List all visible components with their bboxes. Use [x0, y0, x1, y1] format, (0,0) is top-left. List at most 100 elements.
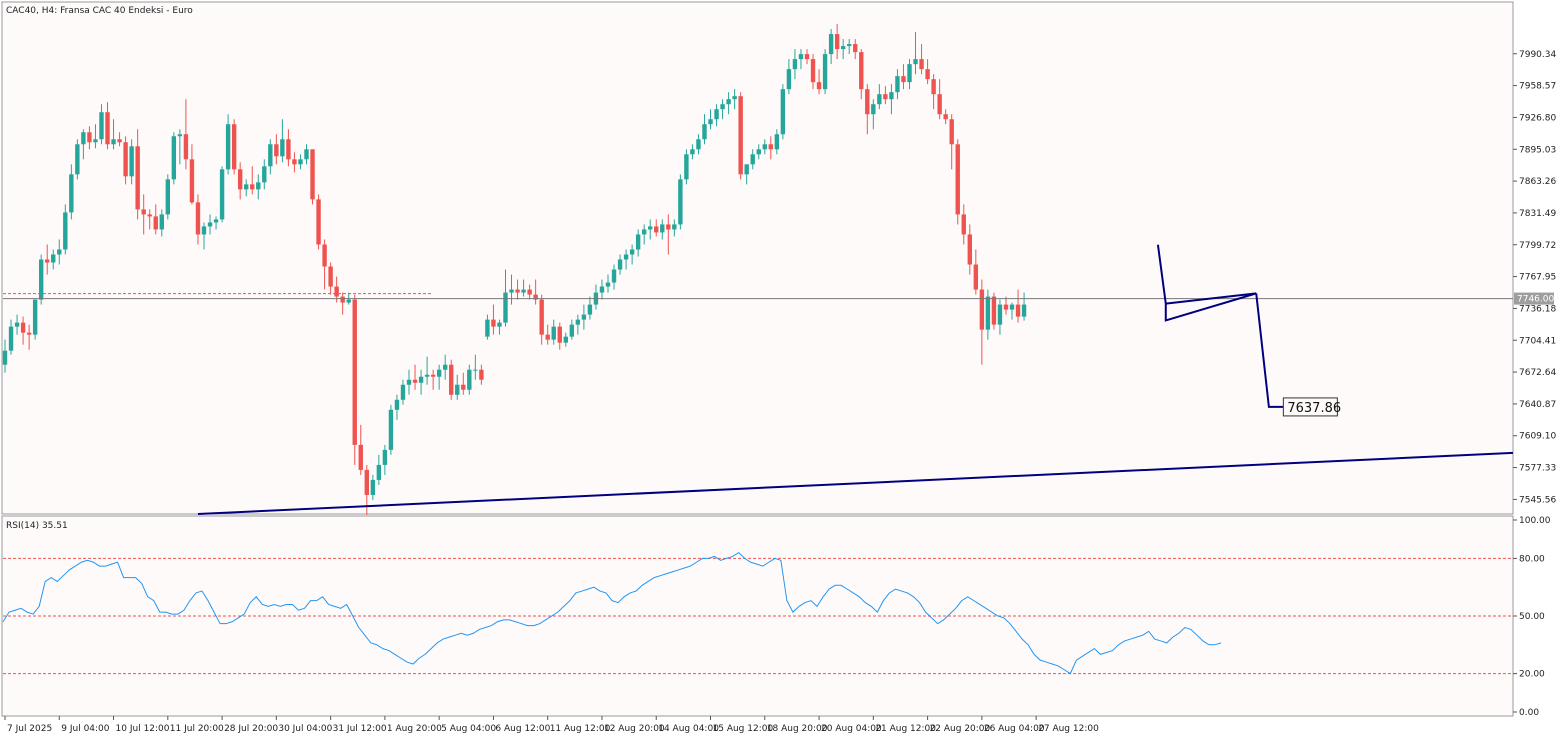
- candle-body: [449, 364, 454, 395]
- candle-body: [816, 82, 822, 90]
- candle-body: [605, 282, 611, 287]
- candle-body: [611, 269, 617, 283]
- time-tick-label: 28 Jul 20:00: [224, 724, 278, 734]
- candle-body: [412, 379, 418, 383]
- candle-body: [262, 166, 267, 183]
- chart-canvas: CAC40, H4: Fransa CAC 40 Endeksi - Euro …: [0, 0, 1566, 739]
- candle-body: [629, 249, 635, 255]
- candle-body: [8, 326, 14, 351]
- candle-body: [244, 184, 249, 190]
- candle-body: [527, 289, 532, 295]
- candle-body: [14, 322, 20, 327]
- candle-body: [762, 144, 767, 150]
- candle-body: [135, 146, 140, 210]
- candle-body: [147, 214, 152, 217]
- price-tick-label: 7863.26: [1519, 177, 1556, 187]
- candle-body: [455, 384, 460, 395]
- rsi-tick-label: 20.00: [1519, 670, 1545, 680]
- time-tick-label: 11 Jul 20:00: [170, 724, 224, 734]
- candle-body: [521, 289, 526, 293]
- candle-body: [641, 229, 647, 235]
- candle-body: [75, 144, 80, 175]
- candle-body: [268, 144, 273, 167]
- candle-body: [997, 304, 1003, 325]
- candle-body: [322, 244, 327, 267]
- current-price-label: 7746.00: [1517, 295, 1554, 305]
- candle-body: [159, 214, 164, 230]
- time-tick-label: 26 Aug 04:00: [984, 724, 1045, 734]
- candle-body: [467, 369, 472, 390]
- price-pane[interactable]: [1, 1, 1514, 515]
- candle-body: [654, 226, 659, 233]
- candle-body: [111, 139, 116, 145]
- candle-body: [623, 254, 629, 260]
- candle-body: [316, 199, 321, 245]
- candle-body: [708, 119, 713, 125]
- candle-body: [99, 112, 104, 140]
- candle-body: [436, 369, 442, 377]
- candle-body: [569, 324, 575, 337]
- price-tick-label: 7990.34: [1519, 50, 1556, 60]
- candle-body: [804, 54, 810, 60]
- candle-body: [768, 144, 774, 150]
- candle-body: [991, 296, 997, 325]
- candle-body: [834, 34, 840, 50]
- candle-body: [587, 304, 593, 315]
- candle-body: [129, 146, 134, 177]
- time-tick-label: 22 Aug 20:00: [930, 724, 991, 734]
- time-tick-label: 15 Aug 12:00: [713, 724, 774, 734]
- time-tick-label: 27 Aug 12:00: [1038, 724, 1099, 734]
- candle-body: [744, 164, 749, 175]
- time-tick-label: 10 Jul 12:00: [116, 724, 170, 734]
- candle-body: [280, 139, 285, 157]
- candle-body: [798, 54, 804, 60]
- candle-body: [840, 46, 846, 50]
- candle-body: [865, 89, 870, 115]
- candle-body: [189, 159, 195, 203]
- candle-body: [756, 149, 761, 155]
- candle-body: [69, 174, 74, 213]
- time-tick-label: 31 Jul 12:00: [333, 724, 387, 734]
- candle-body: [913, 59, 918, 65]
- candle-body: [250, 184, 255, 190]
- candle-body: [871, 104, 876, 115]
- candle-body: [792, 59, 798, 70]
- candle-body: [714, 109, 719, 120]
- candle-body: [485, 319, 490, 337]
- candle-body: [557, 326, 562, 343]
- candle-body: [177, 134, 183, 137]
- candle-body: [919, 59, 924, 70]
- candle-body: [400, 384, 406, 400]
- price-tick-label: 7958.57: [1519, 82, 1556, 92]
- candle-body: [847, 44, 852, 47]
- candle-body: [985, 296, 991, 330]
- price-tick-label: 7831.49: [1519, 209, 1556, 219]
- candle-body: [545, 334, 550, 340]
- candle-body: [2, 350, 8, 365]
- candle-body: [774, 134, 780, 150]
- candle-body: [901, 76, 906, 83]
- price-tick-label: 7577.33: [1519, 464, 1556, 474]
- candle-body: [666, 224, 671, 230]
- candle-body: [961, 214, 966, 235]
- time-tick-label: 5 Aug 04:00: [441, 724, 496, 734]
- price-tick-label: 7704.41: [1519, 336, 1556, 346]
- candle-body: [810, 59, 816, 83]
- candle-body: [442, 364, 448, 370]
- candle-body: [780, 89, 786, 135]
- candle-body: [979, 289, 985, 330]
- candle-body: [738, 96, 743, 175]
- candle-body: [539, 299, 544, 335]
- price-axis: 7990.34 7958.57 7926.80 7895.03 7863.26 7831.…: [1513, 50, 1556, 505]
- rsi-tick-label: 100.00: [1519, 516, 1551, 526]
- candle-body: [298, 159, 303, 165]
- candle-body: [1003, 304, 1009, 310]
- candle-body: [497, 322, 502, 327]
- candle-body: [563, 336, 568, 343]
- candle-body: [418, 376, 424, 383]
- candle-body: [648, 226, 653, 230]
- candle-body: [406, 379, 412, 385]
- candle-body: [334, 286, 339, 297]
- price-tick-label: 7609.10: [1519, 432, 1556, 442]
- candle-body: [201, 226, 207, 235]
